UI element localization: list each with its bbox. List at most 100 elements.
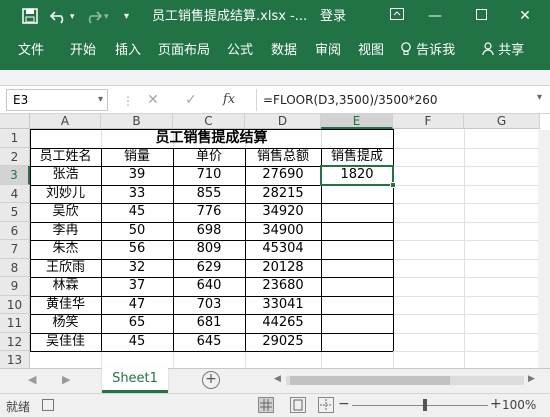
data-cell[interactable]: 张浩 [30, 166, 101, 185]
data-cell[interactable]: 45 [101, 333, 173, 352]
save-icon[interactable] [22, 8, 38, 29]
worksheet-grid[interactable]: ABCDEFG 1 2 3 4 5 6 7 8 9 10 11 12 13 员工销售提成结算 员工姓名 销量… [0, 114, 550, 368]
data-cell[interactable] [321, 333, 393, 352]
tab-file[interactable]: 文件 [18, 42, 44, 60]
row-header-2[interactable]: 2 [0, 147, 30, 166]
tab-data[interactable]: 数据 [271, 42, 297, 60]
data-cell[interactable]: 吴佳佳 [30, 333, 101, 352]
data-cell[interactable] [321, 240, 393, 259]
minimize-icon[interactable]: — [422, 4, 448, 28]
tab-page-layout[interactable]: 页面布局 [158, 42, 210, 60]
data-cell[interactable]: 29025 [245, 333, 321, 352]
tell-me-button[interactable]: 告诉我 [400, 42, 455, 60]
data-cell[interactable]: 681 [173, 314, 245, 333]
fill-handle[interactable] [390, 181, 396, 188]
data-cell[interactable]: 刘妙儿 [30, 185, 101, 204]
data-cell[interactable]: 629 [173, 259, 245, 278]
column-header-b[interactable]: B [101, 114, 173, 129]
data-cell[interactable]: 56 [101, 240, 173, 259]
row-header-4[interactable]: 4 [0, 184, 30, 203]
data-cell[interactable] [321, 314, 393, 333]
login-button[interactable]: 登录 [320, 8, 346, 26]
row-header-10[interactable]: 10 [0, 295, 30, 314]
zoom-slider-thumb[interactable] [423, 399, 427, 411]
ribbon-display-options-icon[interactable] [384, 4, 410, 28]
data-cell[interactable]: 47 [101, 296, 173, 315]
sheet-tab-sheet1[interactable]: Sheet1 [102, 368, 168, 393]
zoom-out-button[interactable]: − [338, 396, 350, 412]
undo-dropdown-icon[interactable]: ▾ [70, 8, 75, 26]
tab-review[interactable]: 审阅 [315, 42, 341, 60]
zoom-slider-track[interactable] [352, 405, 488, 406]
data-cell[interactable] [321, 222, 393, 241]
data-cell[interactable]: 林霖 [30, 277, 101, 296]
zoom-in-button[interactable]: + [490, 396, 502, 412]
data-cell[interactable]: 28215 [245, 185, 321, 204]
data-cell[interactable] [321, 203, 393, 222]
data-cell[interactable]: 杨笑 [30, 314, 101, 333]
name-box[interactable]: E3 ▾ [6, 89, 108, 111]
close-icon[interactable]: ✕ [512, 4, 538, 28]
data-cell[interactable]: 640 [173, 277, 245, 296]
share-button[interactable]: 共享 [482, 42, 524, 60]
data-cell[interactable]: 20128 [245, 259, 321, 278]
tab-home[interactable]: 开始 [70, 42, 96, 60]
data-cell[interactable] [321, 185, 393, 204]
data-cell[interactable] [321, 277, 393, 296]
data-cell[interactable]: 855 [173, 185, 245, 204]
tab-formulas[interactable]: 公式 [227, 42, 253, 60]
sheet-title-cell[interactable]: 员工销售提成结算 [30, 129, 393, 148]
normal-view-icon[interactable] [258, 397, 274, 413]
customize-quick-access-icon[interactable]: ▾ [124, 8, 129, 26]
prev-sheet-icon[interactable]: ◀ [28, 373, 36, 386]
data-cell[interactable]: 37 [101, 277, 173, 296]
header-cell[interactable]: 销售总额 [245, 148, 321, 167]
data-cell[interactable]: 32 [101, 259, 173, 278]
horizontal-scrollbar[interactable]: ◀ ▶ [272, 374, 542, 387]
row-header-5[interactable]: 5 [0, 203, 30, 222]
column-header-e[interactable]: E [321, 114, 393, 129]
data-cell[interactable]: 45 [101, 203, 173, 222]
redo-dropdown-icon[interactable]: ▾ [104, 8, 109, 26]
formula-input[interactable]: =FLOOR(D3,3500)/3500*260 [256, 89, 526, 111]
column-header-c[interactable]: C [173, 114, 245, 129]
scroll-thumb[interactable] [290, 376, 450, 385]
header-cell[interactable]: 员工姓名 [30, 148, 101, 167]
page-break-view-icon[interactable] [318, 397, 334, 413]
data-cell[interactable]: 33 [101, 185, 173, 204]
data-cell[interactable]: 李冉 [30, 222, 101, 241]
data-cell[interactable]: 23680 [245, 277, 321, 296]
data-cell[interactable]: 710 [173, 166, 245, 185]
data-cell[interactable]: 698 [173, 222, 245, 241]
data-cell[interactable]: 50 [101, 222, 173, 241]
data-cell[interactable]: 27690 [245, 166, 321, 185]
data-cell[interactable]: 朱杰 [30, 240, 101, 259]
data-cell[interactable]: 703 [173, 296, 245, 315]
column-header-g[interactable]: G [464, 114, 540, 129]
column-header-a[interactable]: A [30, 114, 101, 129]
expand-formula-bar-icon[interactable]: ▾ [537, 92, 542, 103]
header-cell[interactable]: 单价 [173, 148, 245, 167]
check-icon[interactable]: ✓ [180, 89, 202, 111]
data-cell[interactable] [321, 296, 393, 315]
page-layout-view-icon[interactable] [290, 397, 306, 413]
header-cell[interactable]: 销量 [101, 148, 173, 167]
data-cell[interactable]: 王欣雨 [30, 259, 101, 278]
header-cell[interactable]: 销售提成 [321, 148, 393, 167]
cancel-icon[interactable]: ✕ [142, 89, 164, 111]
next-sheet-icon[interactable]: ▶ [62, 373, 70, 386]
row-header-1[interactable]: 1 [0, 129, 30, 148]
row-header-9[interactable]: 9 [0, 277, 30, 296]
data-cell[interactable]: 44265 [245, 314, 321, 333]
data-cell[interactable]: 809 [173, 240, 245, 259]
redo-icon[interactable] [84, 8, 103, 29]
select-all-corner[interactable] [0, 114, 30, 129]
undo-icon[interactable] [49, 8, 68, 29]
data-cell[interactable]: 吴欣 [30, 203, 101, 222]
data-cell[interactable]: 黄佳华 [30, 296, 101, 315]
scroll-left-icon[interactable]: ◀ [274, 374, 281, 384]
insert-function-icon[interactable]: fx [218, 89, 240, 111]
data-cell[interactable]: 45304 [245, 240, 321, 259]
tab-insert[interactable]: 插入 [115, 42, 141, 60]
data-cell[interactable]: 33041 [245, 296, 321, 315]
